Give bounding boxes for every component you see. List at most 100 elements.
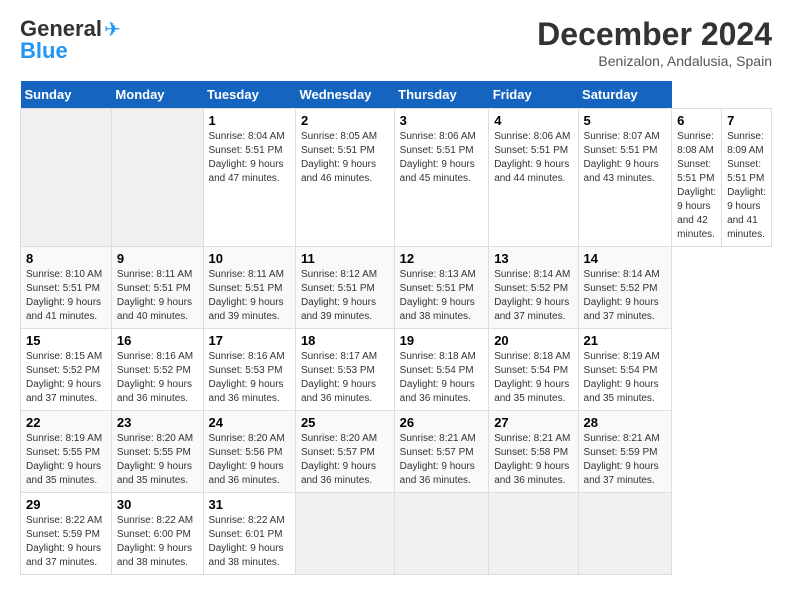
calendar-day-cell: 17 Sunrise: 8:16 AM Sunset: 5:53 PM Dayli…	[203, 329, 295, 411]
calendar-empty-cell	[394, 493, 489, 575]
calendar-day-cell: 16 Sunrise: 8:16 AM Sunset: 5:52 PM Dayli…	[111, 329, 203, 411]
calendar-week-row: 15 Sunrise: 8:15 AM Sunset: 5:52 PM Dayli…	[21, 329, 772, 411]
day-number: 5	[584, 113, 667, 128]
calendar-empty-cell	[111, 109, 203, 247]
calendar-day-cell: 25 Sunrise: 8:20 AM Sunset: 5:57 PM Dayli…	[295, 411, 394, 493]
day-info: Sunrise: 8:20 AM Sunset: 5:55 PM Dayligh…	[117, 432, 198, 488]
day-info: Sunrise: 8:16 AM Sunset: 5:53 PM Dayligh…	[209, 350, 290, 406]
day-number: 2	[301, 113, 389, 128]
day-info: Sunrise: 8:06 AM Sunset: 5:51 PM Dayligh…	[494, 130, 572, 186]
calendar-day-cell: 15 Sunrise: 8:15 AM Sunset: 5:52 PM Dayli…	[21, 329, 112, 411]
day-number: 30	[117, 497, 198, 512]
calendar-day-cell: 14Sunrise: 8:14 AM Sunset: 5:52 PM Dayli…	[578, 247, 672, 329]
day-info: Sunrise: 8:18 AM Sunset: 5:54 PM Dayligh…	[400, 350, 484, 406]
day-info: Sunrise: 8:15 AM Sunset: 5:52 PM Dayligh…	[26, 350, 106, 406]
day-number: 6	[677, 113, 716, 128]
calendar-day-cell: 9Sunrise: 8:11 AM Sunset: 5:51 PM Daylig…	[111, 247, 203, 329]
calendar-day-cell: 26 Sunrise: 8:21 AM Sunset: 5:57 PM Dayli…	[394, 411, 489, 493]
day-info: Sunrise: 8:21 AM Sunset: 5:57 PM Dayligh…	[400, 432, 484, 488]
day-header-wednesday: Wednesday	[295, 81, 394, 109]
day-info: Sunrise: 8:06 AM Sunset: 5:51 PM Dayligh…	[400, 130, 484, 186]
day-header-monday: Monday	[111, 81, 203, 109]
day-info: Sunrise: 8:20 AM Sunset: 5:57 PM Dayligh…	[301, 432, 389, 488]
calendar-header-row: SundayMondayTuesdayWednesdayThursdayFrid…	[21, 81, 772, 109]
day-info: Sunrise: 8:19 AM Sunset: 5:55 PM Dayligh…	[26, 432, 106, 488]
day-number: 27	[494, 415, 572, 430]
day-number: 18	[301, 333, 389, 348]
day-header-tuesday: Tuesday	[203, 81, 295, 109]
day-info: Sunrise: 8:22 AM Sunset: 5:59 PM Dayligh…	[26, 514, 106, 570]
logo-bird-icon: ✈	[104, 17, 121, 42]
calendar-week-row: 1 Sunrise: 8:04 AM Sunset: 5:51 PM Daylig…	[21, 109, 772, 247]
day-number: 1	[209, 113, 290, 128]
calendar-table: SundayMondayTuesdayWednesdayThursdayFrid…	[20, 81, 772, 575]
day-number: 21	[584, 333, 667, 348]
calendar-day-cell: 11Sunrise: 8:12 AM Sunset: 5:51 PM Dayli…	[295, 247, 394, 329]
day-number: 12	[400, 251, 484, 266]
calendar-day-cell: 21 Sunrise: 8:19 AM Sunset: 5:54 PM Dayli…	[578, 329, 672, 411]
calendar-empty-cell	[578, 493, 672, 575]
day-info: Sunrise: 8:13 AM Sunset: 5:51 PM Dayligh…	[400, 268, 484, 324]
calendar-day-cell: 4 Sunrise: 8:06 AM Sunset: 5:51 PM Daylig…	[489, 109, 578, 247]
day-info: Sunrise: 8:20 AM Sunset: 5:56 PM Dayligh…	[209, 432, 290, 488]
calendar-day-cell: 18 Sunrise: 8:17 AM Sunset: 5:53 PM Dayli…	[295, 329, 394, 411]
day-info: Sunrise: 8:05 AM Sunset: 5:51 PM Dayligh…	[301, 130, 389, 186]
calendar-day-cell: 28 Sunrise: 8:21 AM Sunset: 5:59 PM Dayli…	[578, 411, 672, 493]
day-number: 22	[26, 415, 106, 430]
day-number: 23	[117, 415, 198, 430]
calendar-subtitle: Benizalon, Andalusia, Spain	[537, 53, 772, 69]
calendar-day-cell: 1 Sunrise: 8:04 AM Sunset: 5:51 PM Daylig…	[203, 109, 295, 247]
calendar-day-cell: 12 Sunrise: 8:13 AM Sunset: 5:51 PM Dayli…	[394, 247, 489, 329]
day-number: 25	[301, 415, 389, 430]
title-block: December 2024 Benizalon, Andalusia, Spai…	[537, 16, 772, 69]
day-info: Sunrise: 8:21 AM Sunset: 5:58 PM Dayligh…	[494, 432, 572, 488]
day-number: 16	[117, 333, 198, 348]
calendar-day-cell: 30Sunrise: 8:22 AM Sunset: 6:00 PM Dayli…	[111, 493, 203, 575]
day-info: Sunrise: 8:08 AM Sunset: 5:51 PM Dayligh…	[677, 130, 716, 242]
day-info: Sunrise: 8:09 AM Sunset: 5:51 PM Dayligh…	[727, 130, 766, 242]
day-number: 10	[209, 251, 290, 266]
day-info: Sunrise: 8:16 AM Sunset: 5:52 PM Dayligh…	[117, 350, 198, 406]
day-number: 29	[26, 497, 106, 512]
day-info: Sunrise: 8:10 AM Sunset: 5:51 PM Dayligh…	[26, 268, 106, 324]
day-info: Sunrise: 8:14 AM Sunset: 5:52 PM Dayligh…	[584, 268, 667, 324]
day-number: 24	[209, 415, 290, 430]
calendar-day-cell: 7 Sunrise: 8:09 AM Sunset: 5:51 PM Daylig…	[722, 109, 772, 247]
day-info: Sunrise: 8:21 AM Sunset: 5:59 PM Dayligh…	[584, 432, 667, 488]
calendar-week-row: 29 Sunrise: 8:22 AM Sunset: 5:59 PM Dayli…	[21, 493, 772, 575]
day-info: Sunrise: 8:14 AM Sunset: 5:52 PM Dayligh…	[494, 268, 572, 324]
day-info: Sunrise: 8:17 AM Sunset: 5:53 PM Dayligh…	[301, 350, 389, 406]
page: General ✈ Blue December 2024 Benizalon, …	[0, 0, 792, 585]
day-number: 15	[26, 333, 106, 348]
day-number: 8	[26, 251, 106, 266]
calendar-day-cell: 6 Sunrise: 8:08 AM Sunset: 5:51 PM Daylig…	[672, 109, 722, 247]
calendar-day-cell: 24 Sunrise: 8:20 AM Sunset: 5:56 PM Dayli…	[203, 411, 295, 493]
calendar-empty-cell	[295, 493, 394, 575]
calendar-empty-cell	[21, 109, 112, 247]
day-header-saturday: Saturday	[578, 81, 672, 109]
day-number: 7	[727, 113, 766, 128]
day-number: 17	[209, 333, 290, 348]
calendar-day-cell: 31Sunrise: 8:22 AM Sunset: 6:01 PM Dayli…	[203, 493, 295, 575]
day-header-sunday: Sunday	[21, 81, 112, 109]
calendar-day-cell: 23 Sunrise: 8:20 AM Sunset: 5:55 PM Dayli…	[111, 411, 203, 493]
day-number: 28	[584, 415, 667, 430]
day-number: 9	[117, 251, 198, 266]
day-number: 26	[400, 415, 484, 430]
day-number: 4	[494, 113, 572, 128]
day-number: 19	[400, 333, 484, 348]
day-info: Sunrise: 8:22 AM Sunset: 6:01 PM Dayligh…	[209, 514, 290, 570]
day-info: Sunrise: 8:07 AM Sunset: 5:51 PM Dayligh…	[584, 130, 667, 186]
calendar-day-cell: 2 Sunrise: 8:05 AM Sunset: 5:51 PM Daylig…	[295, 109, 394, 247]
calendar-day-cell: 3Sunrise: 8:06 AM Sunset: 5:51 PM Daylig…	[394, 109, 489, 247]
calendar-week-row: 22 Sunrise: 8:19 AM Sunset: 5:55 PM Dayli…	[21, 411, 772, 493]
day-info: Sunrise: 8:19 AM Sunset: 5:54 PM Dayligh…	[584, 350, 667, 406]
calendar-day-cell: 8 Sunrise: 8:10 AM Sunset: 5:51 PM Daylig…	[21, 247, 112, 329]
logo: General ✈ Blue	[20, 16, 121, 64]
calendar-empty-cell	[489, 493, 578, 575]
calendar-day-cell: 19 Sunrise: 8:18 AM Sunset: 5:54 PM Dayli…	[394, 329, 489, 411]
day-info: Sunrise: 8:04 AM Sunset: 5:51 PM Dayligh…	[209, 130, 290, 186]
logo-blue: Blue	[20, 38, 68, 64]
calendar-day-cell: 13Sunrise: 8:14 AM Sunset: 5:52 PM Dayli…	[489, 247, 578, 329]
day-number: 20	[494, 333, 572, 348]
